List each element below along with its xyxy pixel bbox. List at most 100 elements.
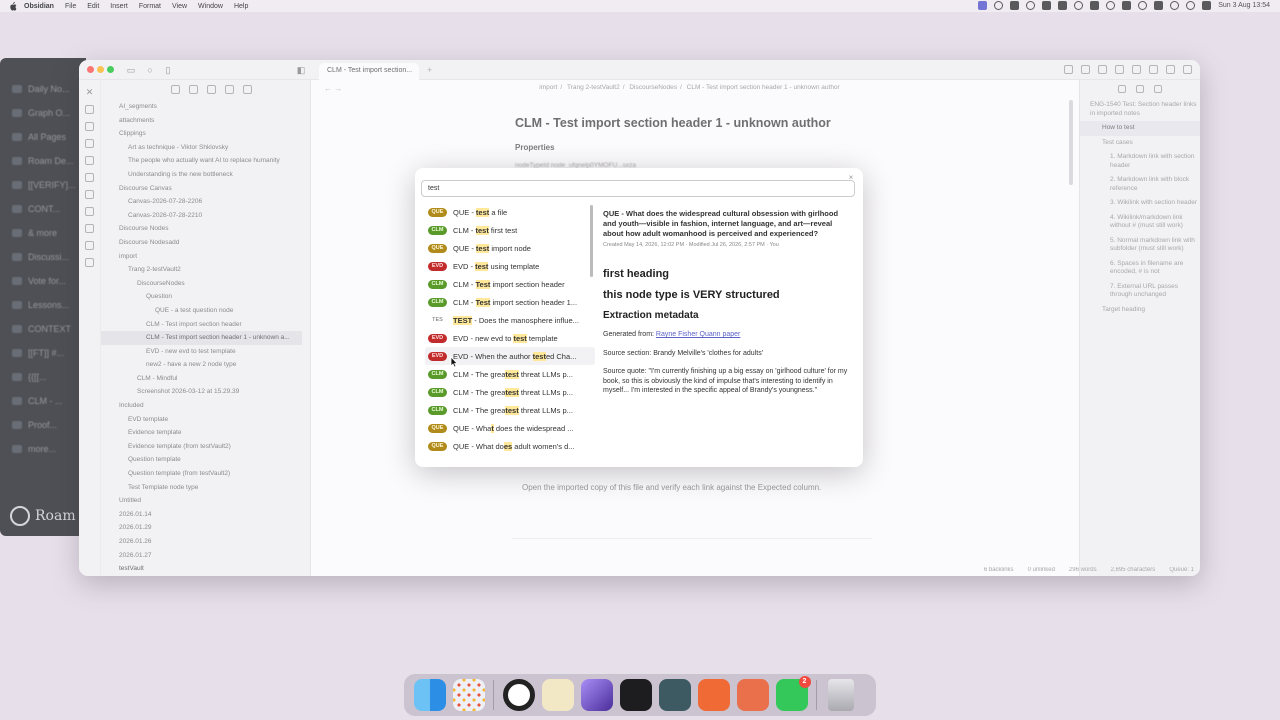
new-tab-button[interactable]: + xyxy=(427,65,432,75)
calendar-icon[interactable] xyxy=(85,122,94,131)
result-item[interactable]: QUE QUE - test a file xyxy=(425,203,595,221)
graph-icon[interactable] xyxy=(85,156,94,165)
menu-help[interactable]: Help xyxy=(234,3,248,10)
result-item[interactable]: CLM CLM - The greatest threat LLMs p... xyxy=(425,383,595,401)
menu-format[interactable]: Format xyxy=(139,3,161,10)
outline-item[interactable]: Target heading xyxy=(1080,303,1200,318)
chrome-icon[interactable] xyxy=(502,679,535,711)
status-icon[interactable] xyxy=(1090,1,1100,10)
sort-icon[interactable] xyxy=(207,85,216,94)
trash-icon[interactable] xyxy=(828,679,854,711)
tree-item[interactable]: QUE - a test question node xyxy=(101,304,310,318)
tree-item[interactable]: Understanding is the new bottleneck xyxy=(101,168,310,182)
tree-item[interactable]: Art as technique - Viktor Shklovsky xyxy=(101,141,310,155)
right-sidebar-toggle-icon[interactable] xyxy=(1183,65,1192,74)
close-icon[interactable]: ✕ xyxy=(85,88,94,97)
result-item[interactable]: TES TEST - Does the manosphere influe... xyxy=(425,311,595,329)
tree-item[interactable]: attachments xyxy=(101,114,310,128)
note-body-text[interactable]: Open the imported copy of this file and … xyxy=(522,483,821,492)
folder-icon[interactable]: ▭ xyxy=(126,65,136,75)
status-icon[interactable] xyxy=(1058,1,1068,10)
results-scrollbar[interactable] xyxy=(590,205,593,277)
tree-item[interactable]: Discourse Nodesadd xyxy=(101,236,310,250)
file-icon[interactable] xyxy=(85,105,94,114)
outline-item[interactable]: 2. Markdown link with block reference xyxy=(1080,173,1200,196)
bookmark-icon[interactable]: ▯ xyxy=(163,65,173,75)
menu-app-name[interactable]: Obsidian xyxy=(24,3,54,10)
pin-icon[interactable] xyxy=(1154,85,1162,93)
outline-item[interactable]: 5. Normal markdown link with subfolder (… xyxy=(1080,234,1200,257)
tree-item[interactable]: Canvas-2026-07-28-2206 xyxy=(101,195,310,209)
result-item[interactable]: QUE QUE - What does the widespread ... xyxy=(425,419,595,437)
zoom-window-button[interactable] xyxy=(107,66,114,73)
settings-icon[interactable] xyxy=(85,207,94,216)
result-item[interactable]: QUE QUE - What does adult women's d... xyxy=(425,437,595,455)
new-folder-icon[interactable] xyxy=(189,85,198,94)
tree-item[interactable]: Test Template node type xyxy=(101,481,310,495)
screen-record-icon[interactable] xyxy=(978,1,988,10)
tree-item[interactable]: EVD template xyxy=(101,413,310,427)
outline-item[interactable]: 7. External URL passes through unchanged xyxy=(1080,280,1200,303)
tree-item[interactable]: Canvas-2026-07-28-2210 xyxy=(101,209,310,223)
tree-item[interactable]: Evidence template xyxy=(101,426,310,440)
bluetooth-icon[interactable] xyxy=(1074,1,1084,10)
status-icon[interactable] xyxy=(994,1,1004,10)
chevron-down-icon[interactable] xyxy=(1064,65,1073,74)
graph-icon[interactable] xyxy=(1081,65,1090,74)
outline-item[interactable]: 4. Wikilink/markdown link without # (mus… xyxy=(1080,211,1200,234)
sidebar-toggle-icon[interactable]: ◧ xyxy=(296,65,306,75)
finder-icon[interactable] xyxy=(413,679,446,711)
breadcrumb-item[interactable]: import xyxy=(539,84,557,91)
result-item[interactable]: CLM CLM - Test import section header 1... xyxy=(425,293,595,311)
tree-item[interactable]: Discourse Canvas xyxy=(101,182,310,196)
tree-item[interactable]: 2026.01.14 xyxy=(101,508,310,522)
close-window-button[interactable] xyxy=(87,66,94,73)
tree-item[interactable]: Question xyxy=(101,290,310,304)
launchpad-icon[interactable] xyxy=(452,679,485,711)
result-item[interactable]: CLM CLM - test first test xyxy=(425,221,595,239)
result-item[interactable]: QUE QUE - test import node xyxy=(425,239,595,257)
status-icon[interactable] xyxy=(1010,1,1020,10)
tag-icon[interactable] xyxy=(1149,65,1158,74)
result-item[interactable]: CLM CLM - The greatest threat LLMs p... xyxy=(425,401,595,419)
list-icon[interactable] xyxy=(1115,65,1124,74)
search-icon[interactable] xyxy=(1186,1,1196,10)
tree-item-selected[interactable]: CLM - Test import section header 1 - unk… xyxy=(101,331,302,345)
tree-item[interactable]: 2026.01.29 xyxy=(101,521,310,535)
status-icon[interactable] xyxy=(1026,1,1036,10)
menu-file[interactable]: File xyxy=(65,3,76,10)
outline-item[interactable]: 1. Markdown link with section header xyxy=(1080,150,1200,173)
status-icon[interactable] xyxy=(1106,1,1116,10)
menu-insert[interactable]: Insert xyxy=(110,3,128,10)
result-item[interactable]: CLM CLM - Test import section header xyxy=(425,275,595,293)
menu-edit[interactable]: Edit xyxy=(87,3,99,10)
outline-item[interactable]: ENG-1540 Test: Section header links in i… xyxy=(1080,98,1200,121)
publish-icon[interactable] xyxy=(85,224,94,233)
canvas-icon[interactable] xyxy=(85,139,94,148)
status-icon[interactable] xyxy=(1138,1,1148,10)
tree-item[interactable]: Trang 2-testVault2 xyxy=(101,263,310,277)
roam-icon[interactable] xyxy=(658,679,691,711)
tree-item[interactable]: AI_segments xyxy=(101,100,310,114)
apple-icon[interactable] xyxy=(8,1,18,11)
breadcrumb-item[interactable]: Trang 2-testVault2 xyxy=(567,84,620,91)
messages-icon[interactable]: 2 xyxy=(775,676,811,711)
unlinked-count[interactable]: 0 unlinked xyxy=(1028,567,1055,573)
outline-icon[interactable] xyxy=(1132,65,1141,74)
grid-icon[interactable] xyxy=(1098,65,1107,74)
tree-item[interactable]: CLM - Test import section header xyxy=(101,318,310,332)
wifi-icon[interactable] xyxy=(1170,1,1180,10)
tree-item[interactable]: new2 - have a new 2 node type xyxy=(101,358,310,372)
search-input[interactable] xyxy=(421,180,855,197)
status-icon[interactable] xyxy=(1042,1,1052,10)
tree-item[interactable]: The people who actually want AI to repla… xyxy=(101,154,310,168)
status-icon[interactable] xyxy=(1122,1,1132,10)
result-item[interactable]: EVD EVD - test using template xyxy=(425,257,595,275)
cursor-app-icon[interactable] xyxy=(619,679,652,711)
breadcrumb-item[interactable]: DiscourseNodes xyxy=(629,84,677,91)
tree-item[interactable]: 2026.01.26 xyxy=(101,535,310,549)
menu-view[interactable]: View xyxy=(172,3,187,10)
discourse-icon[interactable] xyxy=(85,258,94,267)
close-icon[interactable] xyxy=(243,85,252,94)
tree-item[interactable]: 2026.01.27 xyxy=(101,549,310,563)
